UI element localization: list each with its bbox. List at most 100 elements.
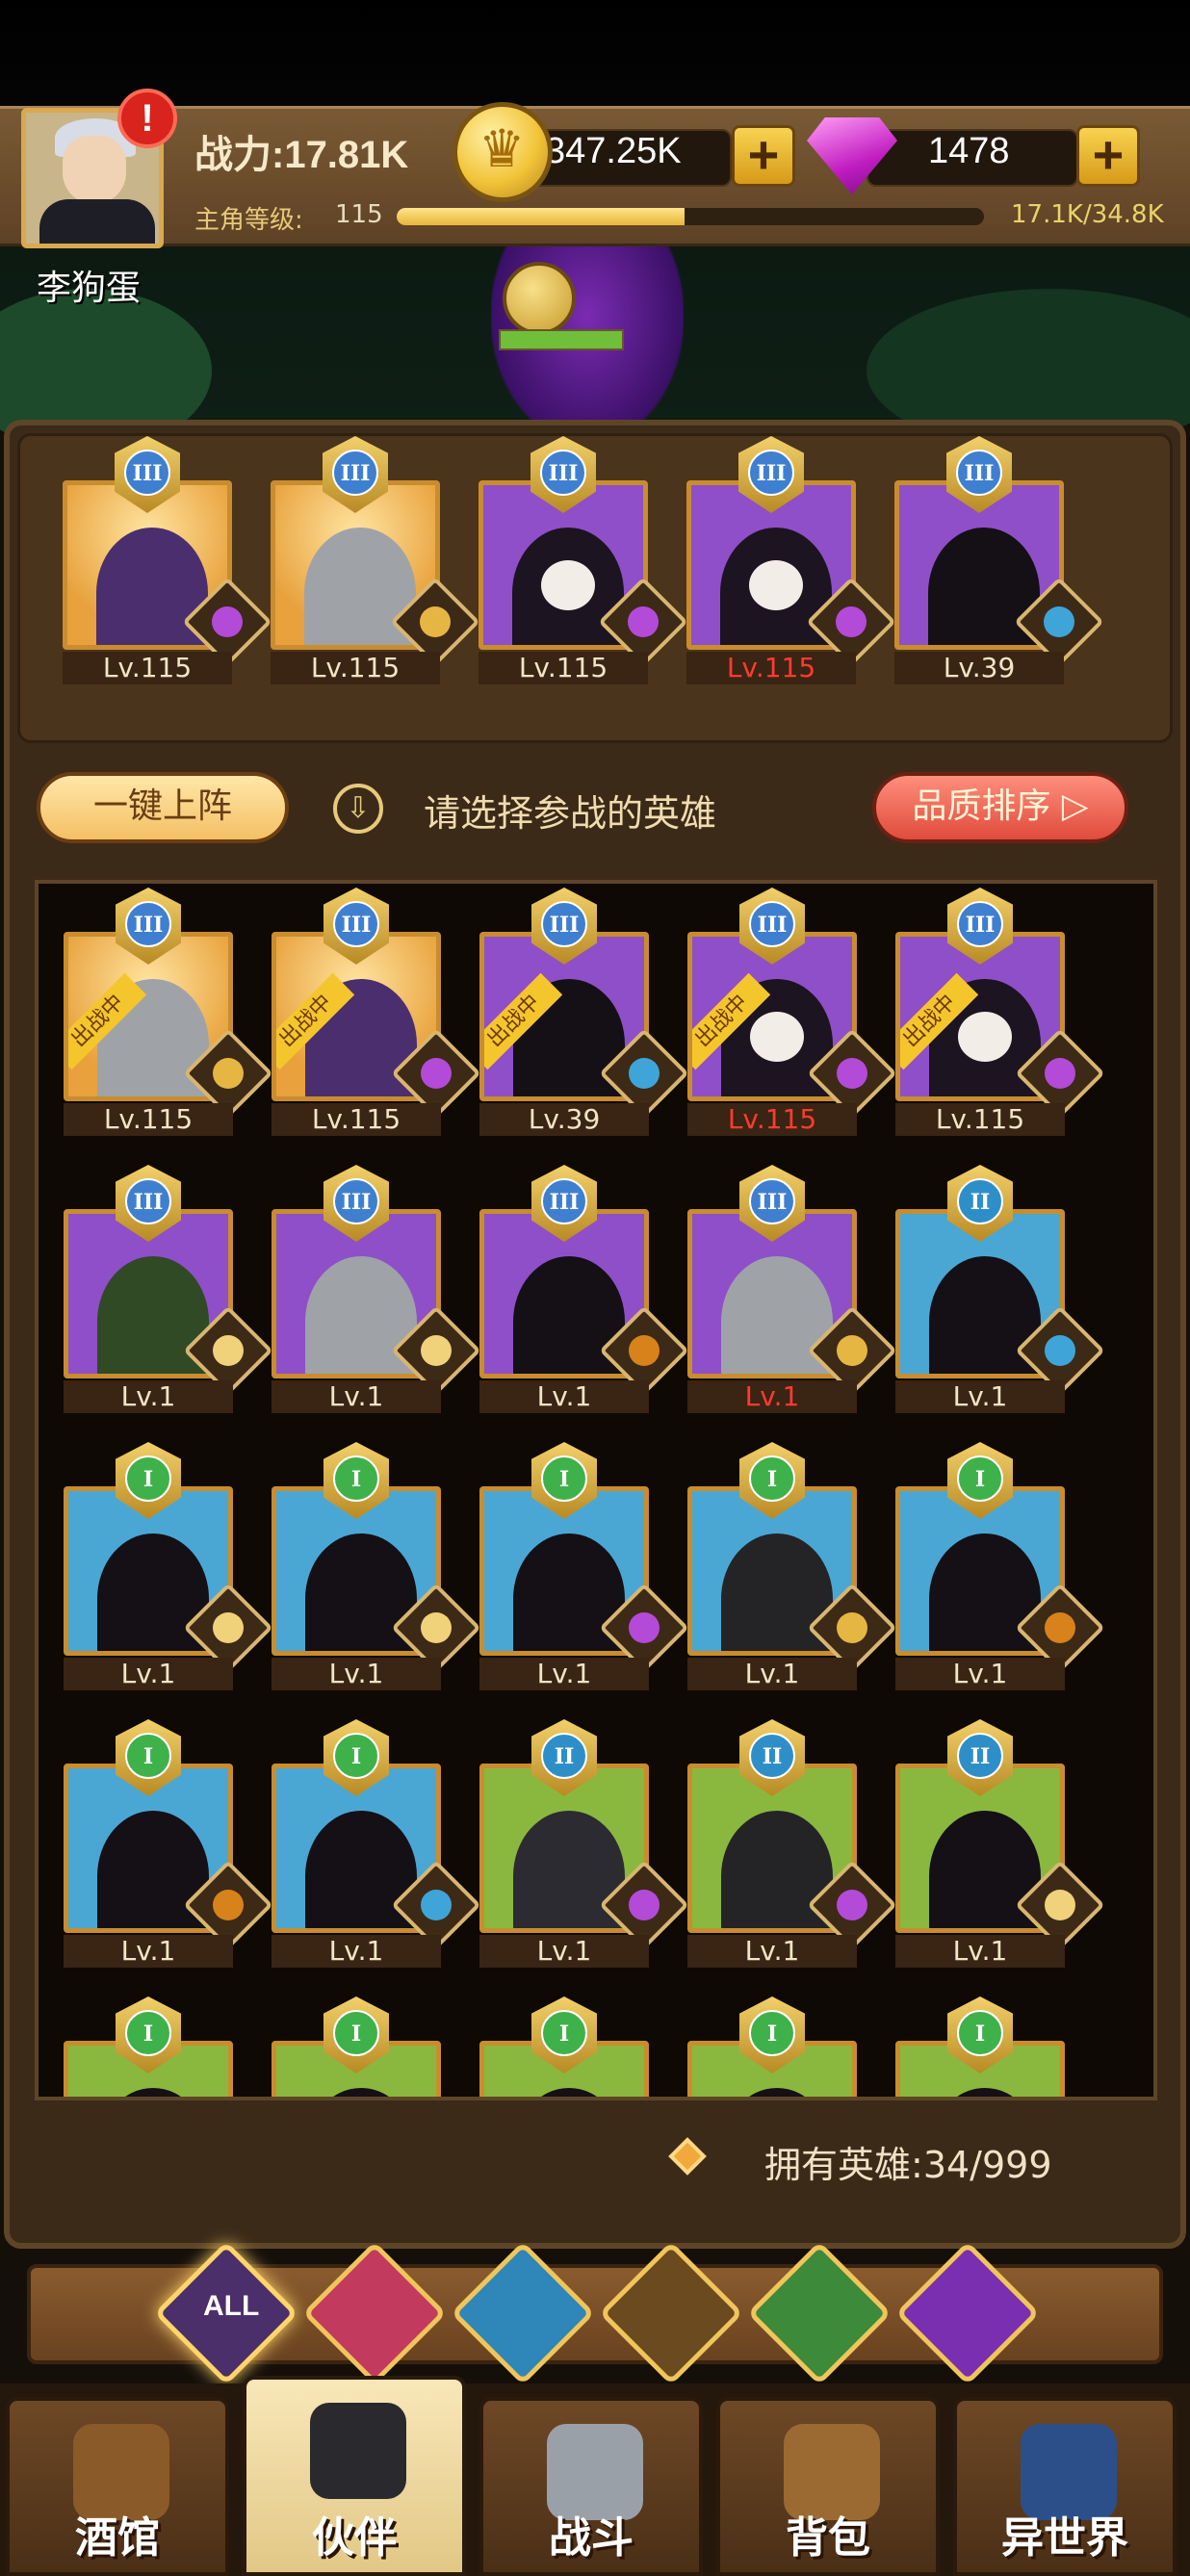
hero-level: Lv.1 — [64, 1380, 233, 1413]
hero-level: Lv.115 — [64, 1103, 233, 1136]
hero-slot[interactable]: 出战中 III Lv.115 — [64, 888, 273, 1136]
hero-slot[interactable]: III Lv.1 — [479, 1165, 689, 1413]
hero-slot[interactable]: 出战中 III Lv.115 — [687, 888, 897, 1136]
hero-level: Lv.1 — [895, 1658, 1065, 1690]
tier-label: III — [333, 1178, 379, 1224]
hero-slot[interactable]: I — [272, 1996, 441, 2097]
tier-label: III — [332, 450, 378, 496]
hero-level: Lv.1 — [687, 1935, 857, 1968]
filter-label: ALL — [203, 2290, 260, 2322]
hero-level: Lv.1 — [64, 1658, 233, 1690]
hero-level: Lv.1 — [272, 1380, 441, 1413]
battle-team-area: III Lv.115 III Lv.115 III Lv.115 III Lv.115 III L… — [17, 433, 1173, 743]
tab-partner[interactable]: 伙伴 — [243, 2376, 466, 2576]
tier-label: I — [333, 2010, 379, 2056]
tab-tavern[interactable]: 酒馆 — [6, 2397, 229, 2576]
app-root: { "player": { "name": "李狗蛋", "alert_glyp… — [0, 0, 1190, 2576]
hero-slot[interactable]: III Lv.115 — [686, 436, 896, 684]
hero-level: Lv.1 — [895, 1380, 1065, 1413]
hero-slot[interactable]: II Lv.1 — [895, 1719, 1105, 1968]
filter-label — [796, 2290, 842, 2336]
player-level-label: 主角等级: — [194, 206, 303, 235]
tab-label: 背包 — [786, 2514, 870, 2562]
player-level-value: 115 — [335, 200, 383, 229]
hero-slot[interactable]: III Lv.115 — [63, 436, 272, 684]
hero-slot[interactable]: I Lv.1 — [895, 1442, 1105, 1690]
tier-label: III — [333, 901, 379, 947]
hero-slot[interactable]: I Lv.1 — [64, 1442, 273, 1690]
hero-level: Lv.115 — [271, 652, 440, 684]
select-hero-prompt: 请选择参战的英雄 — [424, 792, 717, 835]
hero-level: Lv.1 — [272, 1658, 441, 1690]
tab-label: 战斗 — [549, 2514, 634, 2562]
hero-figure — [929, 2088, 1041, 2097]
hero-slot[interactable]: III Lv.1 — [64, 1165, 273, 1413]
hero-slot[interactable]: 出战中 III Lv.115 — [895, 888, 1105, 1136]
tier-label: I — [541, 2010, 587, 2056]
tier-label: I — [333, 1733, 379, 1779]
hero-level: Lv.115 — [272, 1103, 441, 1136]
owned-heroes: 拥有英雄:34/999 — [764, 2135, 1052, 2188]
tab-label: 伙伴 — [312, 2514, 397, 2562]
add-gems-button[interactable]: + — [1076, 125, 1140, 187]
hero-slot[interactable]: I — [687, 1996, 857, 2097]
filter-label — [648, 2290, 694, 2336]
tier-label: II — [957, 1733, 1003, 1779]
filter-label — [944, 2290, 991, 2336]
auto-deploy-button[interactable]: 一键上阵 — [37, 772, 289, 843]
hero-figure — [305, 2088, 417, 2097]
arrow-down-icon: ⇩ — [333, 784, 383, 834]
tier-label: I — [749, 2010, 795, 2056]
tier-label: III — [541, 901, 587, 947]
hero-slot[interactable]: II Lv.1 — [895, 1165, 1105, 1413]
hero-slot[interactable]: I — [479, 1996, 649, 2097]
hero-level: Lv.1 — [272, 1935, 441, 1968]
floating-coin-icon — [503, 262, 576, 335]
hero-slot[interactable]: I — [895, 1996, 1065, 2097]
hero-slot[interactable]: I Lv.1 — [479, 1442, 689, 1690]
hero-slot[interactable]: 出战中 III Lv.39 — [479, 888, 689, 1136]
owned-label: 拥有英雄: — [764, 2144, 923, 2186]
hero-slot[interactable]: III Lv.115 — [479, 436, 688, 684]
hero-slot[interactable]: III Lv.39 — [894, 436, 1104, 684]
alert-icon[interactable]: ! — [117, 89, 177, 148]
tier-label: I — [125, 1455, 171, 1502]
hero-level: Lv.1 — [687, 1658, 857, 1690]
tab-battle[interactable]: 战斗 — [479, 2397, 703, 2576]
hero-slot[interactable]: 出战中 III Lv.115 — [272, 888, 481, 1136]
hero-level: Lv.1 — [479, 1380, 649, 1413]
hero-slot[interactable]: I Lv.1 — [272, 1719, 481, 1968]
hero-slot[interactable]: III Lv.1 — [687, 1165, 897, 1413]
hero-slot[interactable]: I Lv.1 — [687, 1442, 897, 1690]
hero-level: Lv.115 — [686, 652, 856, 684]
hero-slot[interactable]: I — [64, 1996, 233, 2097]
xp-text: 17.1K/34.8K — [1011, 200, 1164, 229]
hero-slot[interactable]: III Lv.115 — [271, 436, 480, 684]
hero-roster-grid[interactable]: 出战中 III Lv.115 出战中 III Lv.115 出战中 III Lv.39 出战中 II… — [35, 880, 1157, 2100]
hero-level: Lv.115 — [895, 1103, 1065, 1136]
hero-slot[interactable]: I Lv.1 — [64, 1719, 273, 1968]
quality-sort-button[interactable]: 品质排序 ▷ — [872, 772, 1128, 843]
tier-label: II — [749, 1733, 795, 1779]
tier-label: I — [749, 1455, 795, 1502]
tab-label: 异世界 — [1001, 2514, 1128, 2562]
hero-level: Lv.115 — [687, 1103, 857, 1136]
hero-slot[interactable]: II Lv.1 — [687, 1719, 897, 1968]
hero-slot[interactable]: III Lv.1 — [272, 1165, 481, 1413]
tier-label: I — [541, 1455, 587, 1502]
add-gold-button[interactable]: + — [732, 125, 795, 187]
tier-label: III — [125, 1178, 171, 1224]
hero-slot[interactable]: II Lv.1 — [479, 1719, 689, 1968]
hero-level: Lv.1 — [64, 1935, 233, 1968]
tab-bag[interactable]: 背包 — [716, 2397, 940, 2576]
hero-level: Lv.1 — [687, 1380, 857, 1413]
tier-label: III — [749, 1178, 795, 1224]
tier-label: I — [333, 1455, 379, 1502]
tier-label: II — [541, 1733, 587, 1779]
tier-label: III — [124, 450, 170, 496]
hero-slot[interactable]: I Lv.1 — [272, 1442, 481, 1690]
tab-otherworld[interactable]: 异世界 — [953, 2397, 1177, 2576]
partner-icon — [310, 2403, 406, 2499]
xp-progress-fill — [397, 208, 685, 225]
tier-label: III — [541, 1178, 587, 1224]
